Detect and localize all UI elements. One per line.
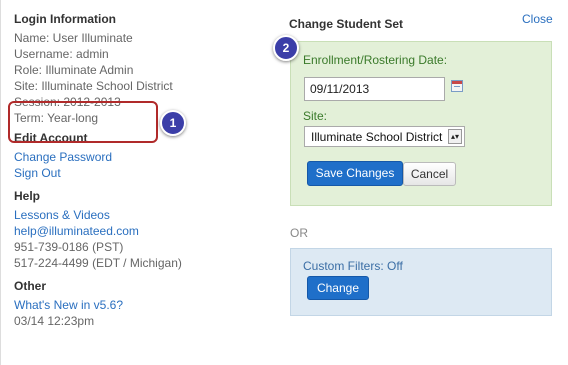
site-label: Site: xyxy=(303,109,328,123)
help-email-link[interactable]: help@illuminateed.com xyxy=(14,223,264,239)
phone-pst: 951-739-0186 (PST) xyxy=(14,240,124,254)
change-filters-button[interactable]: Change xyxy=(307,276,369,300)
site-select[interactable]: Illuminate School District ▴▾ xyxy=(304,126,465,147)
login-info-title: Login Information xyxy=(14,12,116,26)
callout-badge-1: 1 xyxy=(160,110,186,136)
close-link[interactable]: Close xyxy=(522,12,553,26)
session-term-highlight xyxy=(8,101,158,143)
callout-badge-2: 2 xyxy=(273,35,299,61)
student-set-form: Enrollment/Rostering Date: Site: Illumin… xyxy=(290,41,552,206)
enrollment-date-input[interactable] xyxy=(304,77,445,101)
custom-filters-box: Custom Filters: Off Change xyxy=(290,248,552,316)
site-select-value: Illuminate School District xyxy=(311,130,443,144)
lessons-videos-link[interactable]: Lessons & Videos xyxy=(14,207,264,223)
sign-out-link[interactable]: Sign Out xyxy=(14,165,264,181)
login-role: Role: Illuminate Admin xyxy=(14,63,134,77)
left-column: Login Information Name: User Illuminate … xyxy=(14,12,264,329)
login-site: Site: Illuminate School District xyxy=(14,79,173,93)
calendar-icon[interactable] xyxy=(451,80,463,92)
other-timestamp: 03/14 12:23pm xyxy=(14,314,95,328)
select-arrows-icon: ▴▾ xyxy=(448,129,462,144)
help-title: Help xyxy=(14,189,41,203)
login-username: Username: admin xyxy=(14,47,109,61)
enrollment-date-label: Enrollment/Rostering Date: xyxy=(303,53,448,67)
account-panel: Login Information Name: User Illuminate … xyxy=(0,0,568,365)
change-password-link[interactable]: Change Password xyxy=(14,149,264,165)
custom-filters-label: Custom Filters: Off xyxy=(303,259,403,273)
or-separator: OR xyxy=(290,226,308,240)
phone-edt: 517-224-4499 (EDT / Michigan) xyxy=(14,256,182,270)
save-changes-button[interactable]: Save Changes xyxy=(307,161,403,186)
change-student-set-title: Change Student Set xyxy=(289,17,404,31)
other-title: Other xyxy=(14,279,47,293)
login-name: Name: User Illuminate xyxy=(14,31,133,45)
cancel-button[interactable]: Cancel xyxy=(403,162,456,186)
whats-new-link[interactable]: What's New in v5.6? xyxy=(14,297,264,313)
